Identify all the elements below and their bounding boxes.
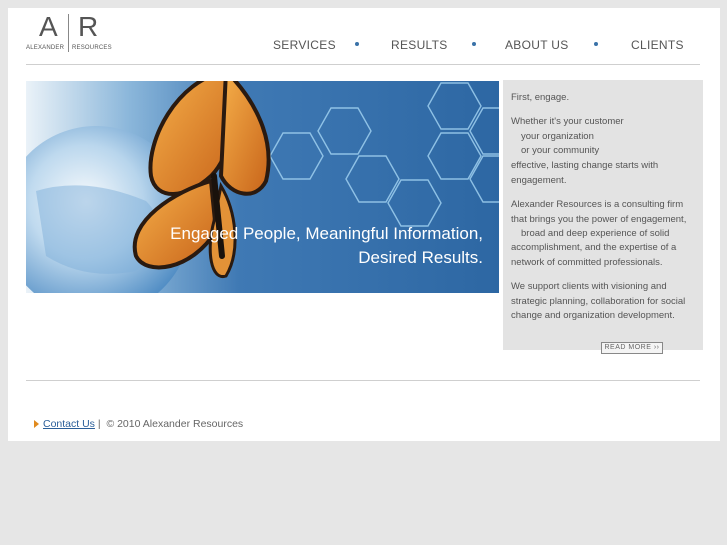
footer-divider xyxy=(26,380,700,381)
sidebar-para1-line2: your organization xyxy=(521,131,594,142)
butterfly-graphic xyxy=(132,81,271,278)
sidebar-para1-line1: Whether it's your customer xyxy=(511,116,624,127)
banner-tagline-line1: Engaged People, Meaningful Information, xyxy=(170,224,483,243)
nav-about-us[interactable]: ABOUT US xyxy=(505,38,569,52)
nav-services[interactable]: SERVICES xyxy=(273,38,336,52)
read-more-button[interactable]: READ MORE ›› xyxy=(601,342,663,354)
nav-clients[interactable]: CLIENTS xyxy=(631,38,684,52)
hero-banner: Engaged People, Meaningful Information, … xyxy=(26,81,499,293)
sidebar-heading: First, engage. xyxy=(511,92,570,103)
sidebar-para2-tail: accomplishment, and the expertise of a n… xyxy=(511,242,677,268)
sidebar-para2: Alexander Resources is a consulting firm… xyxy=(511,199,687,225)
nav-separator-dot xyxy=(594,42,598,46)
intro-sidebar: First, engage. Whether it's your custome… xyxy=(503,80,703,354)
contact-us-link[interactable]: Contact Us xyxy=(43,418,95,430)
sidebar-para2-indent: broad and deep experience of solid xyxy=(521,228,670,239)
copyright-text: © 2010 Alexander Resources xyxy=(106,418,244,430)
page-container: A R ALEXANDER RESOURCES SERVICES RESULTS… xyxy=(8,8,720,441)
nav-separator-dot xyxy=(355,42,359,46)
main-nav: SERVICES RESULTS ABOUT US CLIENTS xyxy=(8,38,720,52)
hexagon-pattern xyxy=(269,82,499,227)
nav-separator-dot xyxy=(472,42,476,46)
footer-separator: | xyxy=(97,418,101,430)
header-divider xyxy=(26,64,700,65)
nav-results[interactable]: RESULTS xyxy=(391,38,448,52)
footer: Contact Us | © 2010 Alexander Resources xyxy=(34,418,243,430)
banner-tagline-line2: Desired Results. xyxy=(358,248,483,267)
sidebar-para1-line4: effective, lasting change starts with en… xyxy=(511,160,659,186)
sidebar-para3: We support clients with visioning and st… xyxy=(511,281,686,321)
arrow-right-icon xyxy=(34,420,39,429)
sidebar-para1-line3: or your community xyxy=(521,145,600,156)
